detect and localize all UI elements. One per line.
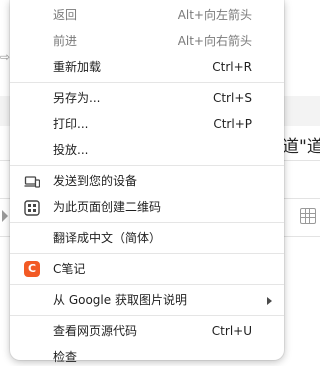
menu-separator bbox=[10, 165, 284, 166]
menu-item-shortcut: Alt+向左箭头 bbox=[177, 8, 252, 22]
menu-item-label: 重新加载 bbox=[53, 60, 102, 74]
submenu-arrow-icon bbox=[267, 297, 272, 305]
menu-item-reload[interactable]: 重新加载 Ctrl+R bbox=[10, 54, 284, 80]
menu-item-label: 检查 bbox=[53, 350, 78, 364]
context-menu: 返回 Alt+向左箭头 前进 Alt+向右箭头 重新加载 Ctrl+R 另存为.… bbox=[10, 0, 284, 364]
menu-item-shortcut: Ctrl+P bbox=[213, 117, 252, 131]
menu-item-send-to-devices[interactable]: 发送到您的设备 bbox=[10, 168, 284, 194]
menu-item-label: 打印... bbox=[53, 117, 89, 131]
menu-item-inspect[interactable]: 检查 bbox=[10, 344, 284, 366]
menu-item-label: 翻译成中文（简体） bbox=[53, 231, 162, 245]
menu-item-shortcut: Alt+向右箭头 bbox=[177, 34, 252, 48]
menu-item-back[interactable]: 返回 Alt+向左箭头 bbox=[10, 2, 284, 28]
menu-item-label: 为此页面创建二维码 bbox=[53, 200, 162, 214]
menu-item-label: 从 Google 获取图片说明 bbox=[53, 293, 187, 307]
menu-item-print[interactable]: 打印... Ctrl+P bbox=[10, 111, 284, 137]
menu-item-shortcut: Ctrl+U bbox=[211, 324, 252, 338]
menu-item-forward[interactable]: 前进 Alt+向右箭头 bbox=[10, 28, 284, 54]
menu-separator bbox=[10, 284, 284, 285]
menu-item-label: 发送到您的设备 bbox=[53, 174, 138, 188]
menu-item-shortcut: Ctrl+S bbox=[212, 91, 252, 105]
menu-item-create-qr-code[interactable]: 为此页面创建二维码 bbox=[10, 194, 284, 220]
menu-item-label: 前进 bbox=[53, 34, 78, 48]
menu-item-label: 返回 bbox=[53, 8, 78, 22]
menu-item-label: C笔记 bbox=[53, 262, 86, 276]
menu-item-shortcut: Ctrl+R bbox=[212, 60, 252, 74]
toolbar-marker-icon bbox=[2, 210, 8, 222]
menu-item-label: 投放... bbox=[53, 143, 89, 157]
menu-item-cast[interactable]: 投放... bbox=[10, 137, 284, 163]
menu-separator bbox=[10, 315, 284, 316]
table-icon[interactable] bbox=[300, 208, 316, 224]
menu-item-view-source[interactable]: 查看网页源代码 Ctrl+U bbox=[10, 318, 284, 344]
menu-item-image-descriptions[interactable]: 从 Google 获取图片说明 bbox=[10, 287, 284, 313]
page-heading-fragment: 道"道 bbox=[282, 137, 320, 157]
menu-separator bbox=[10, 253, 284, 254]
c-note-icon: C bbox=[24, 261, 40, 277]
qr-code-icon bbox=[24, 199, 40, 216]
menu-item-translate[interactable]: 翻译成中文（简体） bbox=[10, 225, 284, 251]
menu-item-label: 另存为... bbox=[53, 91, 101, 105]
laptop-phone-icon bbox=[24, 173, 41, 189]
menu-item-c-note[interactable]: C C笔记 bbox=[10, 256, 284, 282]
pointer-icon: ⇨ bbox=[0, 50, 11, 64]
menu-separator bbox=[10, 222, 284, 223]
menu-separator bbox=[10, 82, 284, 83]
menu-item-save-as[interactable]: 另存为... Ctrl+S bbox=[10, 85, 284, 111]
menu-item-label: 查看网页源代码 bbox=[53, 324, 138, 338]
